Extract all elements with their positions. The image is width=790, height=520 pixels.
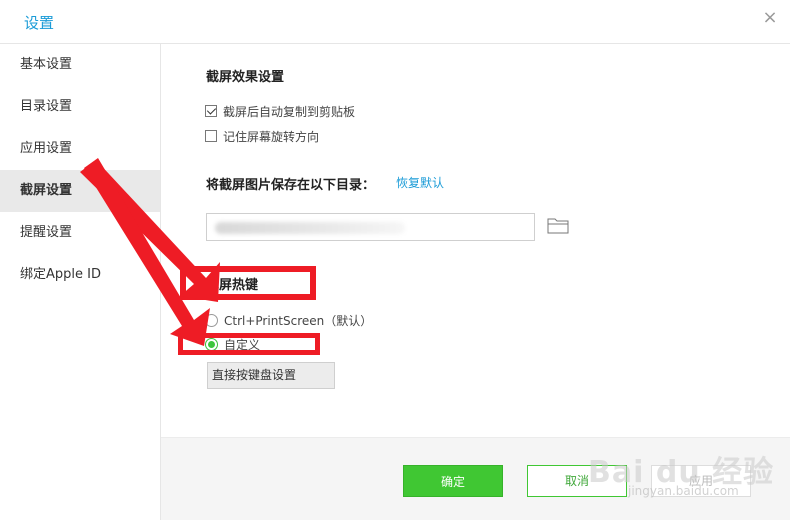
- option-remember-rotation[interactable]: 记住屏幕旋转方向: [205, 127, 319, 145]
- ok-button[interactable]: 确定: [403, 465, 503, 497]
- window-title: 设置: [24, 14, 55, 32]
- radio-label: 自定义: [224, 337, 261, 352]
- option-copy-to-clipboard[interactable]: 截屏后自动复制到剪贴板: [205, 102, 355, 120]
- sidebar-item-screenshot[interactable]: 截屏设置: [0, 170, 160, 212]
- sidebar-item-directory[interactable]: 目录设置: [0, 86, 160, 128]
- radio-label: Ctrl+PrintScreen（默认）: [224, 313, 373, 328]
- hotkey-option-custom[interactable]: 自定义: [205, 335, 260, 353]
- settings-sidebar: 基本设置 目录设置 应用设置 截屏设置 提醒设置 绑定Apple ID: [0, 44, 161, 520]
- effect-section-title: 截屏效果设置: [206, 70, 285, 85]
- title-bar: 设置 ×: [0, 0, 790, 44]
- radio-icon[interactable]: [205, 337, 218, 351]
- save-dir-title: 将截屏图片保存在以下目录：: [206, 178, 376, 193]
- radio-icon[interactable]: [205, 313, 218, 327]
- checkbox-icon[interactable]: [205, 105, 217, 117]
- checkbox-icon[interactable]: [205, 130, 217, 142]
- folder-icon[interactable]: [547, 216, 569, 234]
- watermark-url: jingyan.baidu.com: [628, 484, 739, 498]
- blurred-path: [215, 221, 405, 234]
- option-label: 截屏后自动复制到剪贴板: [223, 104, 356, 119]
- close-icon[interactable]: ×: [760, 8, 780, 28]
- hotkey-capture-field[interactable]: 直接按键盘设置: [207, 362, 335, 389]
- hotkey-section-title: 截屏热键: [206, 278, 259, 293]
- hotkey-option-default[interactable]: Ctrl+PrintScreen（默认）: [205, 311, 372, 329]
- sidebar-item-apps[interactable]: 应用设置: [0, 128, 160, 170]
- sidebar-item-basic[interactable]: 基本设置: [0, 44, 160, 86]
- save-path-input[interactable]: [206, 213, 535, 241]
- option-label: 记住屏幕旋转方向: [223, 129, 320, 144]
- restore-default-link[interactable]: 恢复默认: [396, 174, 444, 191]
- sidebar-item-reminders[interactable]: 提醒设置: [0, 212, 160, 254]
- sidebar-item-apple-id[interactable]: 绑定Apple ID: [0, 254, 160, 296]
